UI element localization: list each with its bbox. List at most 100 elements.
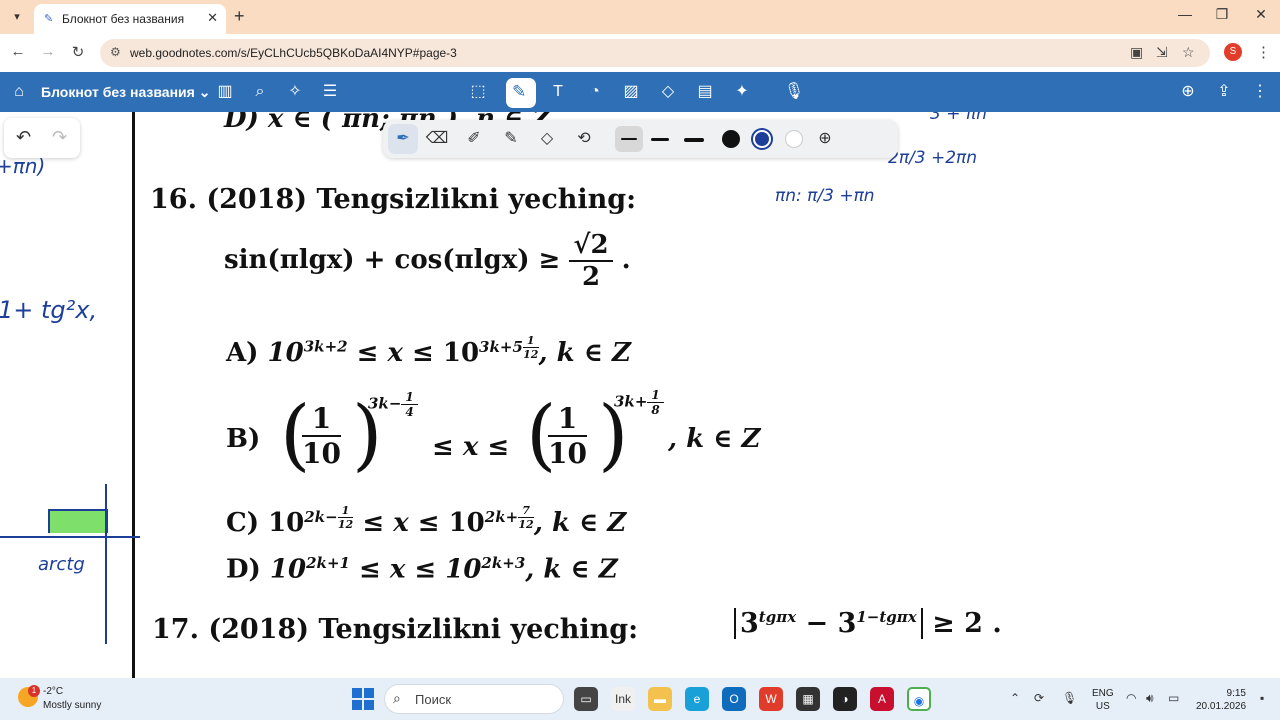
sync-icon[interactable]: ⟳: [1034, 691, 1044, 705]
option-d-label: D): [226, 554, 261, 585]
weather-desc[interactable]: Mostly sunny: [43, 700, 101, 711]
lang-line2: US: [1095, 701, 1110, 712]
capcut-icon[interactable]: ◑: [833, 687, 857, 711]
fountain-pen-icon: ✒: [396, 130, 410, 147]
option-c-mid: ≤ x ≤: [353, 508, 449, 539]
media-player-icon[interactable]: ▦: [796, 687, 820, 711]
new-tab-icon[interactable]: +: [234, 6, 245, 27]
undo-icon[interactable]: ↶: [16, 127, 31, 148]
option-d-base1: 10: [269, 554, 307, 585]
option-c-exp2-num: 7: [518, 504, 534, 518]
outlook-icon[interactable]: O: [722, 687, 746, 711]
browser-menu-icon[interactable]: ⋮: [1256, 43, 1271, 61]
text-box-icon[interactable]: T: [547, 82, 569, 102]
back-icon[interactable]: ←: [8, 43, 28, 60]
address-bar[interactable]: ⚙ web.goodnotes.com/s/EyCLhCUcb5QBKoDaAI…: [100, 39, 1210, 67]
start-button[interactable]: [352, 688, 374, 710]
reload-icon[interactable]: ↻: [68, 43, 88, 61]
redo-icon[interactable]: ↷: [52, 127, 67, 148]
inkscape-icon[interactable]: Ink: [611, 687, 635, 711]
handwriting-left-mid: 1+ tg²x,: [0, 296, 98, 324]
marker-icon[interactable]: ✎: [499, 128, 523, 148]
weather-temp[interactable]: -2°C: [43, 686, 63, 697]
option-b-tail: , k ∈ Z: [668, 424, 761, 454]
add-color-icon[interactable]: ⊕: [813, 128, 837, 148]
sidebar-icon[interactable]: ▥: [214, 82, 236, 102]
maximize-icon[interactable]: ❐: [1207, 6, 1237, 23]
option-a-mid: ≤ x ≤: [347, 338, 443, 369]
search-icon[interactable]: ⌕: [249, 82, 271, 102]
home-icon[interactable]: ⌂: [8, 82, 30, 102]
site-info-icon[interactable]: ⚙: [110, 45, 121, 59]
volume-icon[interactable]: 🔊︎: [1146, 691, 1154, 706]
sticker-icon[interactable]: ◔: [584, 82, 606, 102]
file-explorer-icon[interactable]: ▬: [648, 687, 672, 711]
option-c-exp1-num: 1: [337, 504, 354, 518]
option-d-base2: 10: [445, 554, 482, 585]
color-blue-swatch[interactable]: [753, 130, 771, 148]
battery-icon[interactable]: ▭: [1168, 691, 1179, 705]
notebook-page[interactable]: D) x ∈ ( πn; πn ), n ∈ Z 16. (2018) Teng…: [0, 112, 1280, 678]
color-white-swatch[interactable]: [785, 130, 803, 148]
laser-pointer-icon[interactable]: ✦: [731, 82, 753, 102]
color-black-swatch[interactable]: [722, 130, 740, 148]
task-view-icon[interactable]: ▭: [574, 687, 598, 711]
close-icon[interactable]: ✕: [207, 10, 218, 26]
wifi-icon[interactable]: ◠: [1126, 691, 1136, 705]
forward-icon[interactable]: →: [38, 43, 58, 60]
lasso-select-icon[interactable]: ⟲: [572, 128, 596, 148]
highlighter-icon[interactable]: ✐: [462, 128, 486, 148]
eraser-icon[interactable]: ⌫: [425, 128, 449, 148]
notifications-icon[interactable]: ▪: [1260, 691, 1264, 705]
share-icon[interactable]: ⇪: [1213, 82, 1235, 102]
browser-tab[interactable]: ✎ Блокнот без названия ✕: [34, 4, 226, 34]
pen-options-toolbar: ✒ ⌫ ✐ ✎ ◇ ⟲ ⊕: [383, 120, 898, 158]
shapes-icon[interactable]: ◇: [657, 82, 679, 102]
language-indicator[interactable]: ENG US: [1092, 687, 1114, 713]
sticky-note-icon[interactable]: ▤: [694, 82, 716, 102]
taskbar-search[interactable]: ⌕ Поиск: [384, 684, 564, 714]
shape-tool-icon[interactable]: ◇: [535, 128, 559, 148]
more-icon[interactable]: ⋮: [1249, 82, 1271, 102]
p16-numerator: √2: [569, 230, 613, 262]
lasso-icon[interactable]: ⬚: [467, 82, 489, 102]
tab-title: Блокнот без названия: [62, 12, 185, 26]
tray-chevron-up-icon[interactable]: ⌃: [1010, 691, 1020, 705]
edge-icon[interactable]: e: [685, 687, 709, 711]
acrobat-icon[interactable]: A: [870, 687, 894, 711]
option-c-exp2: 2k+: [484, 507, 519, 526]
p17-exp2: 1−tgπx: [856, 608, 917, 626]
option-c-label: C): [226, 508, 259, 539]
notebook-title[interactable]: Блокнот без названия ⌄: [41, 84, 210, 101]
thickness-medium-icon[interactable]: [651, 138, 669, 141]
thickness-thick-icon[interactable]: [684, 138, 704, 142]
option-b-exp1-group: 3k− 1 4: [368, 390, 418, 419]
image-icon[interactable]: ▨: [620, 82, 642, 102]
option-a-tail: , k ∈ Z: [538, 338, 631, 369]
bookmark-star-icon[interactable]: ☆: [1182, 44, 1195, 61]
option-d-exp1: 2k+1: [306, 554, 350, 572]
wps-icon[interactable]: W: [759, 687, 783, 711]
ai-sparkle-icon[interactable]: ✧: [284, 82, 306, 102]
add-page-icon[interactable]: ⊕: [1177, 82, 1199, 102]
green-highlight-shape: [48, 509, 108, 533]
url-text[interactable]: web.goodnotes.com/s/EyCLhCUcb5QBKoDaAI4N…: [130, 46, 457, 60]
install-app-icon[interactable]: ⇲: [1156, 44, 1168, 61]
browser-tab-strip: ▾ ✎ Блокнот без названия ✕ + — ❐ ✕: [0, 0, 1280, 34]
window-close-icon[interactable]: ✕: [1246, 6, 1276, 23]
clipboard-icon[interactable]: ▣: [1130, 44, 1143, 61]
outline-icon[interactable]: ☰: [319, 82, 341, 102]
p16-lhs: sin(πlgx) + cos(πlgx) ≥: [224, 245, 561, 275]
tab-search-menu-icon[interactable]: ▾: [7, 7, 27, 27]
profile-avatar[interactable]: S: [1224, 43, 1242, 61]
option-d-mid: ≤ x ≤: [349, 554, 446, 585]
chrome-icon[interactable]: ◉: [907, 687, 931, 711]
option-a: A) 103k+2 ≤ x ≤ 103k+5 1 12, k ∈ Z: [226, 334, 631, 368]
pen-tool-button[interactable]: ✎: [506, 78, 536, 108]
clock[interactable]: 9:15 20.01.2026: [1196, 687, 1246, 713]
minimize-icon[interactable]: —: [1170, 6, 1200, 22]
p17-base1: 3: [740, 608, 759, 639]
mic-icon[interactable]: 🎙︎: [1062, 691, 1077, 705]
p17-exp1: tgπx: [758, 608, 797, 626]
problem-17-title: 17. (2018) Tengsizlikni yeching:: [152, 614, 639, 645]
